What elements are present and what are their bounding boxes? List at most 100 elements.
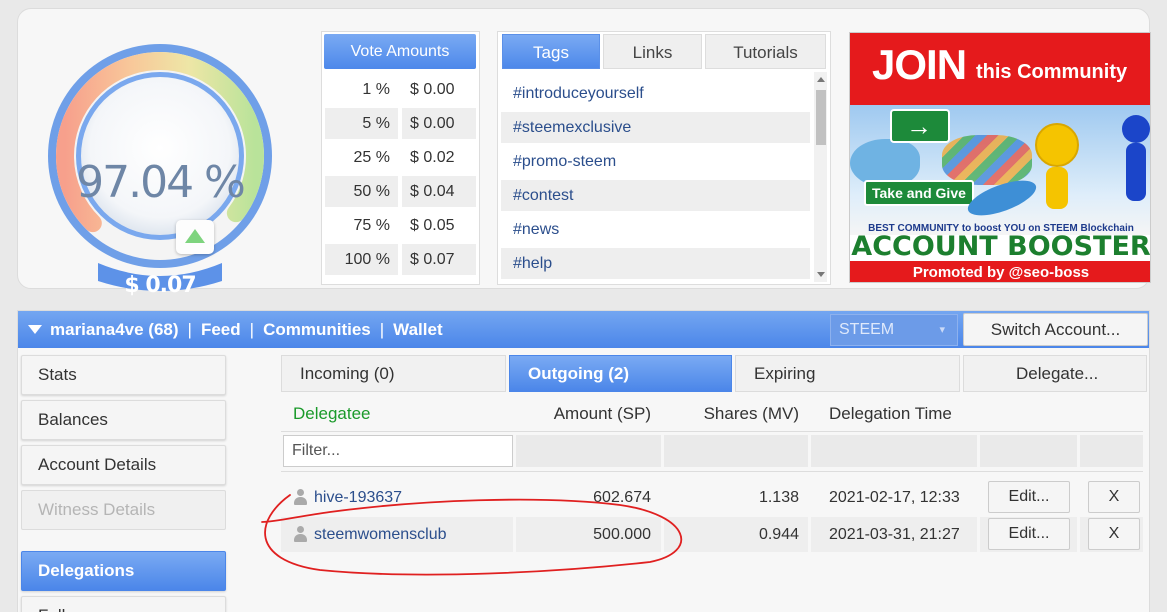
sidebar-item-delegations[interactable]: Delegations (21, 551, 226, 591)
tag-link[interactable]: #steemexclusive (501, 112, 810, 143)
account-bar: mariana4ve (68) | Feed | Communities | Wallet … (18, 311, 1149, 348)
vote-val: $ 0.05 (410, 217, 455, 234)
fish-school-icon (942, 135, 1032, 185)
vote-row: 75 % $ 0.05 (325, 210, 478, 241)
shares-cell: 0.944 (664, 517, 808, 552)
vote-val: $ 0.07 (402, 244, 476, 275)
vote-row: 50 % $ 0.04 (325, 176, 478, 207)
nav-separator: | (187, 320, 192, 339)
voting-power-percent: 97.04 % (76, 157, 246, 208)
filter-cell (664, 435, 808, 467)
filter-cell (1080, 435, 1143, 467)
vote-amounts-title: Vote Amounts (324, 34, 476, 69)
vote-pct: 25 % (353, 149, 390, 166)
remove-button[interactable]: X (1088, 481, 1140, 513)
tab-incoming[interactable]: Incoming (0) (281, 355, 506, 392)
edit-button[interactable]: Edit... (988, 518, 1070, 550)
nav-wallet-link[interactable]: Wallet (393, 320, 442, 339)
tab-outgoing[interactable]: Outgoing (2) (509, 355, 732, 392)
tab-tags[interactable]: Tags (502, 34, 600, 69)
scroll-up-icon[interactable] (817, 77, 825, 82)
vote-row: 1 % $ 0.00 (325, 74, 478, 105)
vote-pct: 50 % (325, 176, 398, 207)
vote-pct: 5 % (325, 108, 398, 139)
tag-link[interactable]: #news (501, 214, 810, 245)
tag-link[interactable]: #promo-steem (501, 146, 810, 177)
vote-row: 100 % $ 0.07 (325, 244, 478, 275)
filter-divider (281, 471, 1143, 472)
tab-tutorials[interactable]: Tutorials (705, 34, 826, 69)
filter-input[interactable]: Filter... (283, 435, 513, 467)
nav-communities-link[interactable]: Communities (263, 320, 371, 339)
vote-amounts-panel: Vote Amounts 1 % $ 0.00 5 % $ 0.00 25 % $ 0… (321, 31, 480, 285)
remove-button[interactable]: X (1088, 518, 1140, 550)
filter-cell (516, 435, 661, 467)
nav-separator: | (249, 320, 255, 339)
caret-down-icon[interactable] (28, 325, 42, 334)
banner-account-booster: ACCOUNT BOOSTER (851, 231, 1151, 262)
sidebar-item-account-details[interactable]: Account Details (21, 445, 226, 485)
banner-this-community: this Community (976, 61, 1128, 83)
vote-value: $ 0.07 (124, 273, 196, 298)
nav-feed-link[interactable]: Feed (201, 320, 241, 339)
nav-separator: | (379, 320, 385, 339)
blue-figure-icon (1122, 115, 1150, 143)
filter-cell (980, 435, 1077, 467)
tag-link[interactable]: #introduceyourself (501, 78, 810, 109)
filter-cell (811, 435, 977, 467)
header-divider (281, 431, 1143, 432)
blue-figure-body (1126, 143, 1146, 201)
chain-select[interactable]: STEEM (830, 314, 958, 346)
banner-take-and-give: Take and Give (864, 180, 974, 206)
col-delegatee[interactable]: Delegatee (293, 397, 371, 431)
account-name[interactable]: mariana4ve (68) (50, 320, 179, 339)
scroll-thumb[interactable] (816, 90, 826, 145)
vote-pct: 75 % (353, 217, 390, 234)
sidebar-item-balances[interactable]: Balances (21, 400, 226, 440)
vote-pct: 1 % (362, 81, 390, 98)
tags-scrollbar[interactable] (814, 72, 827, 282)
tab-delegate[interactable]: Delegate... (963, 355, 1147, 392)
arrow-sign-icon (890, 109, 950, 143)
tab-expiring[interactable]: Expiring (735, 355, 960, 392)
delegatee-cell: steemwomensclub (281, 517, 513, 552)
sidebar-item-followers[interactable]: Followers (21, 596, 226, 612)
tab-links[interactable]: Links (603, 34, 702, 69)
table-row: steemwomensclub 500.000 0.944 2021-03-31… (281, 517, 1143, 552)
voting-power-gauge: 97.04 % $ 0.07 (40, 31, 300, 298)
account-panel: mariana4ve (68) | Feed | Communities | Wallet … (17, 310, 1150, 612)
tag-link[interactable]: #contest (501, 180, 810, 211)
table-row: hive-193637 602.674 1.138 2021-02-17, 12… (281, 480, 1143, 515)
community-banner[interactable]: JOIN this Community Take and Give BEST C… (849, 32, 1151, 283)
vote-val: $ 0.02 (410, 149, 455, 166)
amount-cell: 602.674 (593, 489, 651, 506)
sidebar-item-stats[interactable]: Stats (21, 355, 226, 395)
banner-promoted-by: Promoted by @seo-boss (850, 261, 1150, 282)
vote-up-icon[interactable] (176, 220, 214, 254)
user-icon (293, 526, 308, 542)
info-panel: Tags Links Tutorials #introduceyourself … (497, 31, 831, 285)
col-delegation-time[interactable]: Delegation Time (829, 397, 952, 431)
vote-row: 5 % $ 0.00 (325, 108, 478, 139)
delegatee-link[interactable]: steemwomensclub (314, 517, 447, 552)
shares-cell: 1.138 (758, 489, 799, 506)
vote-val: $ 0.00 (410, 81, 455, 98)
smiley-figure-icon (1035, 123, 1079, 167)
time-cell: 2021-02-17, 12:33 (829, 489, 960, 506)
switch-account-button[interactable]: Switch Account... (963, 313, 1148, 346)
top-panel: 97.04 % $ 0.07 Vote Amounts 1 % $ 0.00 5 … (17, 8, 1151, 298)
edit-button[interactable]: Edit... (988, 481, 1070, 513)
banner-join: JOIN (872, 41, 967, 88)
vote-val: $ 0.04 (402, 176, 476, 207)
scroll-down-icon[interactable] (817, 272, 825, 277)
delegatee-link[interactable]: hive-193637 (314, 480, 402, 515)
smiley-figure-body (1046, 167, 1068, 209)
account-nav: mariana4ve (68) | Feed | Communities | Wallet (50, 311, 443, 348)
tag-link[interactable]: #help (501, 248, 810, 279)
vote-row: 25 % $ 0.02 (325, 142, 478, 173)
banner-header: JOIN this Community (850, 33, 1150, 105)
col-amount[interactable]: Amount (SP) (521, 397, 651, 431)
col-shares[interactable]: Shares (MV) (671, 397, 799, 431)
amount-cell: 500.000 (516, 517, 661, 552)
vote-pct: 100 % (325, 244, 398, 275)
